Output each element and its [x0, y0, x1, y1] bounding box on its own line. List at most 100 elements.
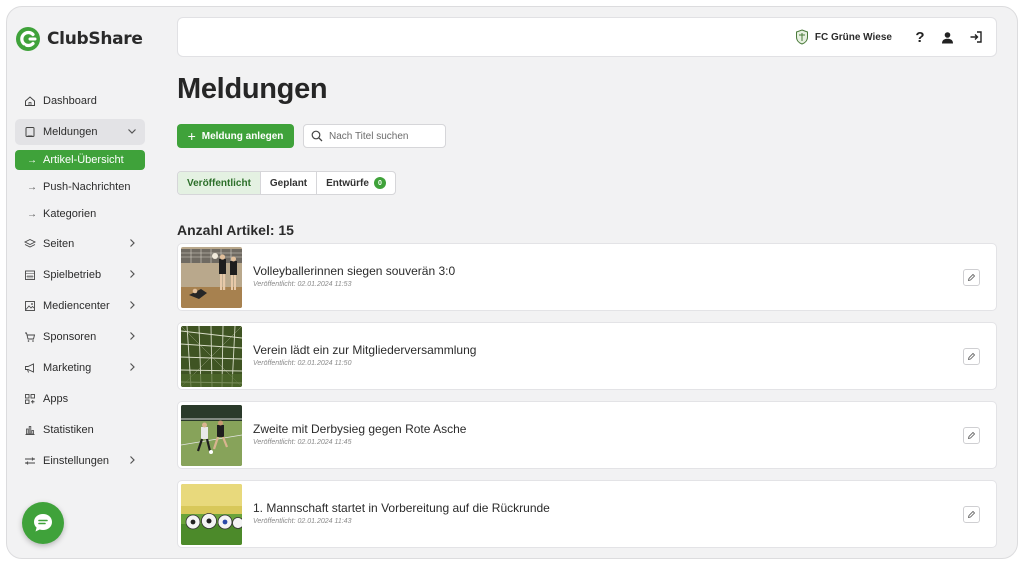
- apps-icon: [23, 393, 36, 406]
- tab-label: Entwürfe: [326, 177, 369, 189]
- profile-button[interactable]: [939, 29, 955, 45]
- edit-article-button[interactable]: [963, 269, 980, 286]
- chevron-right-icon: [130, 270, 135, 278]
- search-box: [303, 124, 446, 148]
- club-crest-icon: [795, 29, 808, 45]
- sidebar-nav: Dashboard Meldungen → Artikel-Übersicht …: [15, 88, 145, 479]
- article-title: Volleyballerinnen siegen souverän 3:0: [253, 264, 456, 278]
- search-input[interactable]: [329, 130, 429, 142]
- article-thumbnail-footballs: [181, 484, 242, 545]
- article-published-date: Veröffentlicht: 02.01.2024 11:50: [253, 360, 352, 367]
- article-card[interactable]: Volleyballerinnen siegen souverän 3:0 Ve…: [177, 243, 997, 311]
- sidebar-subitem-label: Kategorien: [43, 208, 97, 220]
- sidebar-item-label: Mediencenter: [43, 300, 110, 312]
- page-title: Meldungen: [177, 73, 328, 105]
- sidebar-item-marketing[interactable]: Marketing: [15, 355, 145, 381]
- tab-entwuerfe[interactable]: Entwürfe 0: [317, 172, 395, 194]
- sidebar-item-sponsoren[interactable]: Sponsoren: [15, 324, 145, 350]
- plus-icon: +: [187, 128, 196, 144]
- question-mark-icon: ?: [915, 28, 925, 46]
- sidebar-item-label: Seiten: [43, 238, 75, 250]
- sidebar-subitem-push-nachrichten[interactable]: → Push-Nachrichten: [15, 177, 145, 197]
- pencil-icon: [967, 510, 976, 519]
- sidebar-item-label: Dashboard: [43, 95, 97, 107]
- edit-article-button[interactable]: [963, 348, 980, 365]
- sidebar-item-label: Sponsoren: [43, 331, 97, 343]
- sidebar-item-dashboard[interactable]: Dashboard: [15, 88, 145, 114]
- sidebar-item-seiten[interactable]: Seiten: [15, 231, 145, 257]
- club-name: FC Grüne Wiese: [814, 31, 892, 43]
- arrow-right-icon: →: [27, 208, 37, 220]
- logo[interactable]: ClubShare: [15, 26, 143, 52]
- arrow-right-icon: →: [27, 181, 37, 193]
- logout-button[interactable]: [968, 29, 984, 45]
- chevron-right-icon: [130, 332, 135, 340]
- article-thumbnail-football-players: [181, 405, 242, 466]
- sidebar-item-label: Marketing: [43, 362, 92, 374]
- sliders-icon: [23, 455, 36, 468]
- sidebar-subitem-label: Artikel-Übersicht: [43, 154, 124, 166]
- article-card[interactable]: Zweite mit Derbysieg gegen Rote Asche Ve…: [177, 401, 997, 469]
- document-icon: [23, 126, 36, 139]
- sidebar: ClubShare Dashboard Meldungen → Artikel-…: [7, 7, 157, 558]
- app-name: ClubShare: [47, 29, 143, 49]
- arrow-right-icon: →: [27, 154, 37, 166]
- sidebar-subitem-kategorien[interactable]: → Kategorien: [15, 204, 145, 224]
- edit-article-button[interactable]: [963, 427, 980, 444]
- sidebar-item-label: Einstellungen: [43, 455, 110, 467]
- tab-veroeffentlicht[interactable]: Veröffentlicht: [178, 172, 261, 194]
- sidebar-item-label: Meldungen: [43, 126, 98, 138]
- chevron-right-icon: [130, 363, 135, 371]
- chevron-right-icon: [130, 456, 135, 464]
- chat-button[interactable]: [22, 502, 64, 544]
- pencil-icon: [967, 352, 976, 361]
- search-icon: [311, 130, 323, 142]
- article-title: Zweite mit Derbysieg gegen Rote Asche: [253, 422, 467, 436]
- sidebar-item-label: Apps: [43, 393, 69, 405]
- chevron-down-icon: [128, 129, 136, 134]
- sidebar-item-meldungen[interactable]: Meldungen: [15, 119, 145, 145]
- status-tabs: Veröffentlicht Geplant Entwürfe 0: [177, 171, 396, 195]
- sidebar-item-einstellungen[interactable]: Einstellungen: [15, 448, 145, 474]
- create-article-button[interactable]: + Meldung anlegen: [177, 124, 294, 148]
- clubshare-logo-icon: [16, 27, 40, 51]
- article-card[interactable]: 1. Mannschaft startet in Vorbereitung au…: [177, 480, 997, 548]
- article-published-date: Veröffentlicht: 02.01.2024 11:53: [253, 281, 352, 288]
- top-bar: FC Grüne Wiese ?: [177, 17, 997, 57]
- sidebar-item-mediencenter[interactable]: Mediencenter: [15, 293, 145, 319]
- article-title: 1. Mannschaft startet in Vorbereitung au…: [253, 501, 550, 515]
- chevron-right-icon: [130, 301, 135, 309]
- help-button[interactable]: ?: [912, 28, 928, 46]
- megaphone-icon: [23, 362, 36, 375]
- count-badge: 0: [373, 177, 386, 189]
- tab-geplant[interactable]: Geplant: [261, 172, 318, 194]
- create-article-label: Meldung anlegen: [201, 130, 284, 142]
- sidebar-item-statistiken[interactable]: Statistiken: [15, 417, 145, 443]
- edit-article-button[interactable]: [963, 506, 980, 523]
- logout-icon: [970, 31, 982, 43]
- pencil-icon: [967, 273, 976, 282]
- chevron-right-icon: [130, 239, 135, 247]
- chat-bubble-icon: [34, 514, 52, 532]
- article-thumbnail-volleyball: [181, 247, 242, 308]
- image-icon: [23, 300, 36, 313]
- article-count: Anzahl Artikel: 15: [177, 222, 294, 238]
- sidebar-item-apps[interactable]: Apps: [15, 386, 145, 412]
- club-selector[interactable]: FC Grüne Wiese: [795, 29, 892, 45]
- sidebar-subitem-label: Push-Nachrichten: [43, 181, 131, 193]
- article-title: Verein lädt ein zur Mitgliederversammlun…: [253, 343, 477, 357]
- article-list: Volleyballerinnen siegen souverän 3:0 Ve…: [177, 243, 997, 558]
- tab-label: Veröffentlicht: [187, 177, 251, 189]
- sidebar-item-label: Spielbetrieb: [43, 269, 102, 281]
- app-window: ClubShare Dashboard Meldungen → Artikel-…: [6, 6, 1018, 559]
- layers-icon: [23, 238, 36, 251]
- article-published-date: Veröffentlicht: 02.01.2024 11:45: [253, 439, 352, 446]
- user-icon: [941, 31, 953, 43]
- article-thumbnail-goal-net: [181, 326, 242, 387]
- article-published-date: Veröffentlicht: 02.01.2024 11:43: [253, 518, 352, 525]
- article-card[interactable]: Verein lädt ein zur Mitgliederversammlun…: [177, 322, 997, 390]
- sidebar-item-spielbetrieb[interactable]: Spielbetrieb: [15, 262, 145, 288]
- home-icon: [23, 95, 36, 108]
- sidebar-subitem-artikel-uebersicht[interactable]: → Artikel-Übersicht: [15, 150, 145, 170]
- calendar-icon: [23, 269, 36, 282]
